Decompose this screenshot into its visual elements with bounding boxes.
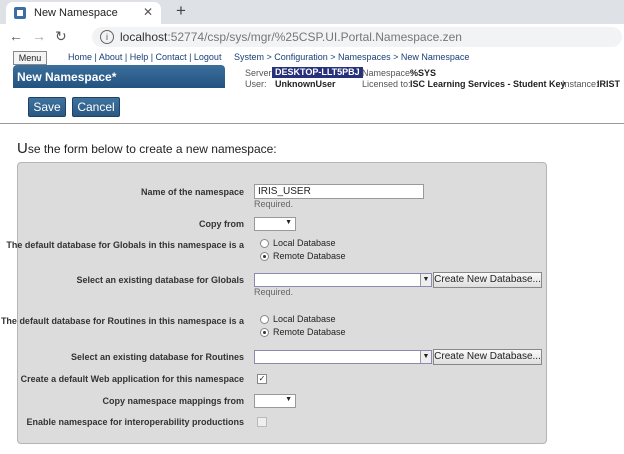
dropdown-arrow-icon: ▼ [285, 396, 292, 403]
address-bar[interactable]: i localhost:52774/csp/sys/mgr/%25CSP.UI.… [92, 27, 622, 47]
close-tab-icon[interactable]: ✕ [143, 5, 153, 19]
tab-title: New Namespace [34, 7, 118, 19]
globals-remote-radio[interactable] [260, 252, 269, 262]
copy-from-label: Copy from [199, 219, 244, 229]
instance-label: Instance: [562, 79, 599, 89]
url-text: localhost:52774/csp/sys/mgr/%25CSP.UI.Po… [120, 30, 462, 44]
server-badge: DESKTOP-LLT5PBJ [272, 67, 363, 78]
licensed-label: Licensed to: [362, 79, 411, 89]
namespace-value: %SYS [410, 68, 437, 78]
globals-db-type-label: The default database for Globals in this… [6, 240, 244, 250]
user-label: User: [245, 79, 267, 89]
dropdown-arrow-icon[interactable]: ▼ [420, 351, 431, 363]
web-app-label: Create a default Web application for thi… [20, 374, 244, 384]
forward-icon[interactable]: → [32, 28, 46, 44]
routines-remote-radio[interactable] [260, 328, 269, 338]
cancel-button[interactable]: Cancel [72, 97, 120, 117]
browser-tabbar: New Namespace ✕ + [0, 0, 624, 24]
portal-header: Menu Home | About | Help | Contact | Log… [0, 50, 624, 92]
browser-tab[interactable]: New Namespace ✕ [6, 2, 161, 24]
web-app-checkbox[interactable]: ✓ [257, 374, 267, 384]
create-globals-db-button[interactable]: Create New Database... [433, 272, 542, 288]
intro-text: Use the form below to create a new names… [17, 140, 277, 157]
page-favicon-icon [14, 7, 26, 19]
globals-local-radio-row[interactable]: Local Database [260, 238, 336, 249]
instance-value: IRIST [597, 79, 621, 89]
copy-from-select[interactable]: ▼ [254, 217, 296, 231]
globals-remote-radio-row[interactable]: Remote Database [260, 251, 346, 262]
routines-db-type-label: The default database for Routines in thi… [0, 316, 244, 326]
breadcrumb[interactable]: System > Configuration > Namespaces > Ne… [234, 52, 469, 62]
namespace-label: Namespace: [362, 68, 413, 78]
page-title: New Namespace* [17, 70, 117, 84]
info-icon[interactable]: i [100, 30, 114, 44]
globals-local-radio[interactable] [260, 239, 269, 249]
browser-toolbar: ← → ↻ i localhost:52774/csp/sys/mgr/%25C… [0, 24, 624, 51]
copy-mappings-select[interactable]: ▼ [254, 394, 296, 408]
dropdown-arrow-icon[interactable]: ▼ [420, 274, 431, 286]
page-title-bar: New Namespace* [13, 65, 225, 88]
reload-icon[interactable]: ↻ [55, 28, 67, 45]
required-hint: Required. [254, 199, 294, 209]
copy-mappings-label: Copy namespace mappings from [102, 396, 244, 406]
select-globals-label: Select an existing database for Globals [76, 275, 244, 285]
dropdown-arrow-icon: ▼ [285, 219, 292, 226]
namespace-name-label: Name of the namespace [140, 187, 244, 197]
menu-button[interactable]: Menu [13, 51, 47, 65]
back-icon[interactable]: ← [9, 28, 23, 44]
namespace-name-input[interactable]: IRIS_USER [254, 184, 424, 199]
new-tab-icon[interactable]: + [176, 1, 186, 21]
save-button[interactable]: Save [28, 97, 66, 117]
licensed-value: ISC Learning Services - Student Key [410, 79, 566, 89]
server-label: Server: [245, 68, 275, 78]
interop-label: Enable namespace for interoperability pr… [26, 417, 244, 427]
header-divider [0, 123, 624, 124]
routines-remote-radio-row[interactable]: Remote Database [260, 327, 346, 338]
routines-db-combobox[interactable]: ▼ [254, 350, 432, 364]
select-routines-label: Select an existing database for Routines [70, 352, 244, 362]
routines-local-radio[interactable] [260, 315, 269, 325]
namespace-form: Name of the namespace IRIS_USER Required… [1, 162, 547, 444]
interop-checkbox[interactable] [257, 417, 267, 427]
globals-db-combobox[interactable]: ▼ [254, 273, 432, 287]
routines-local-radio-row[interactable]: Local Database [260, 314, 336, 325]
required-hint: Required. [254, 287, 294, 297]
create-routines-db-button[interactable]: Create New Database... [433, 349, 542, 365]
user-value: UnknownUser [275, 79, 336, 89]
top-links[interactable]: Home | About | Help | Contact | Logout [68, 52, 221, 62]
